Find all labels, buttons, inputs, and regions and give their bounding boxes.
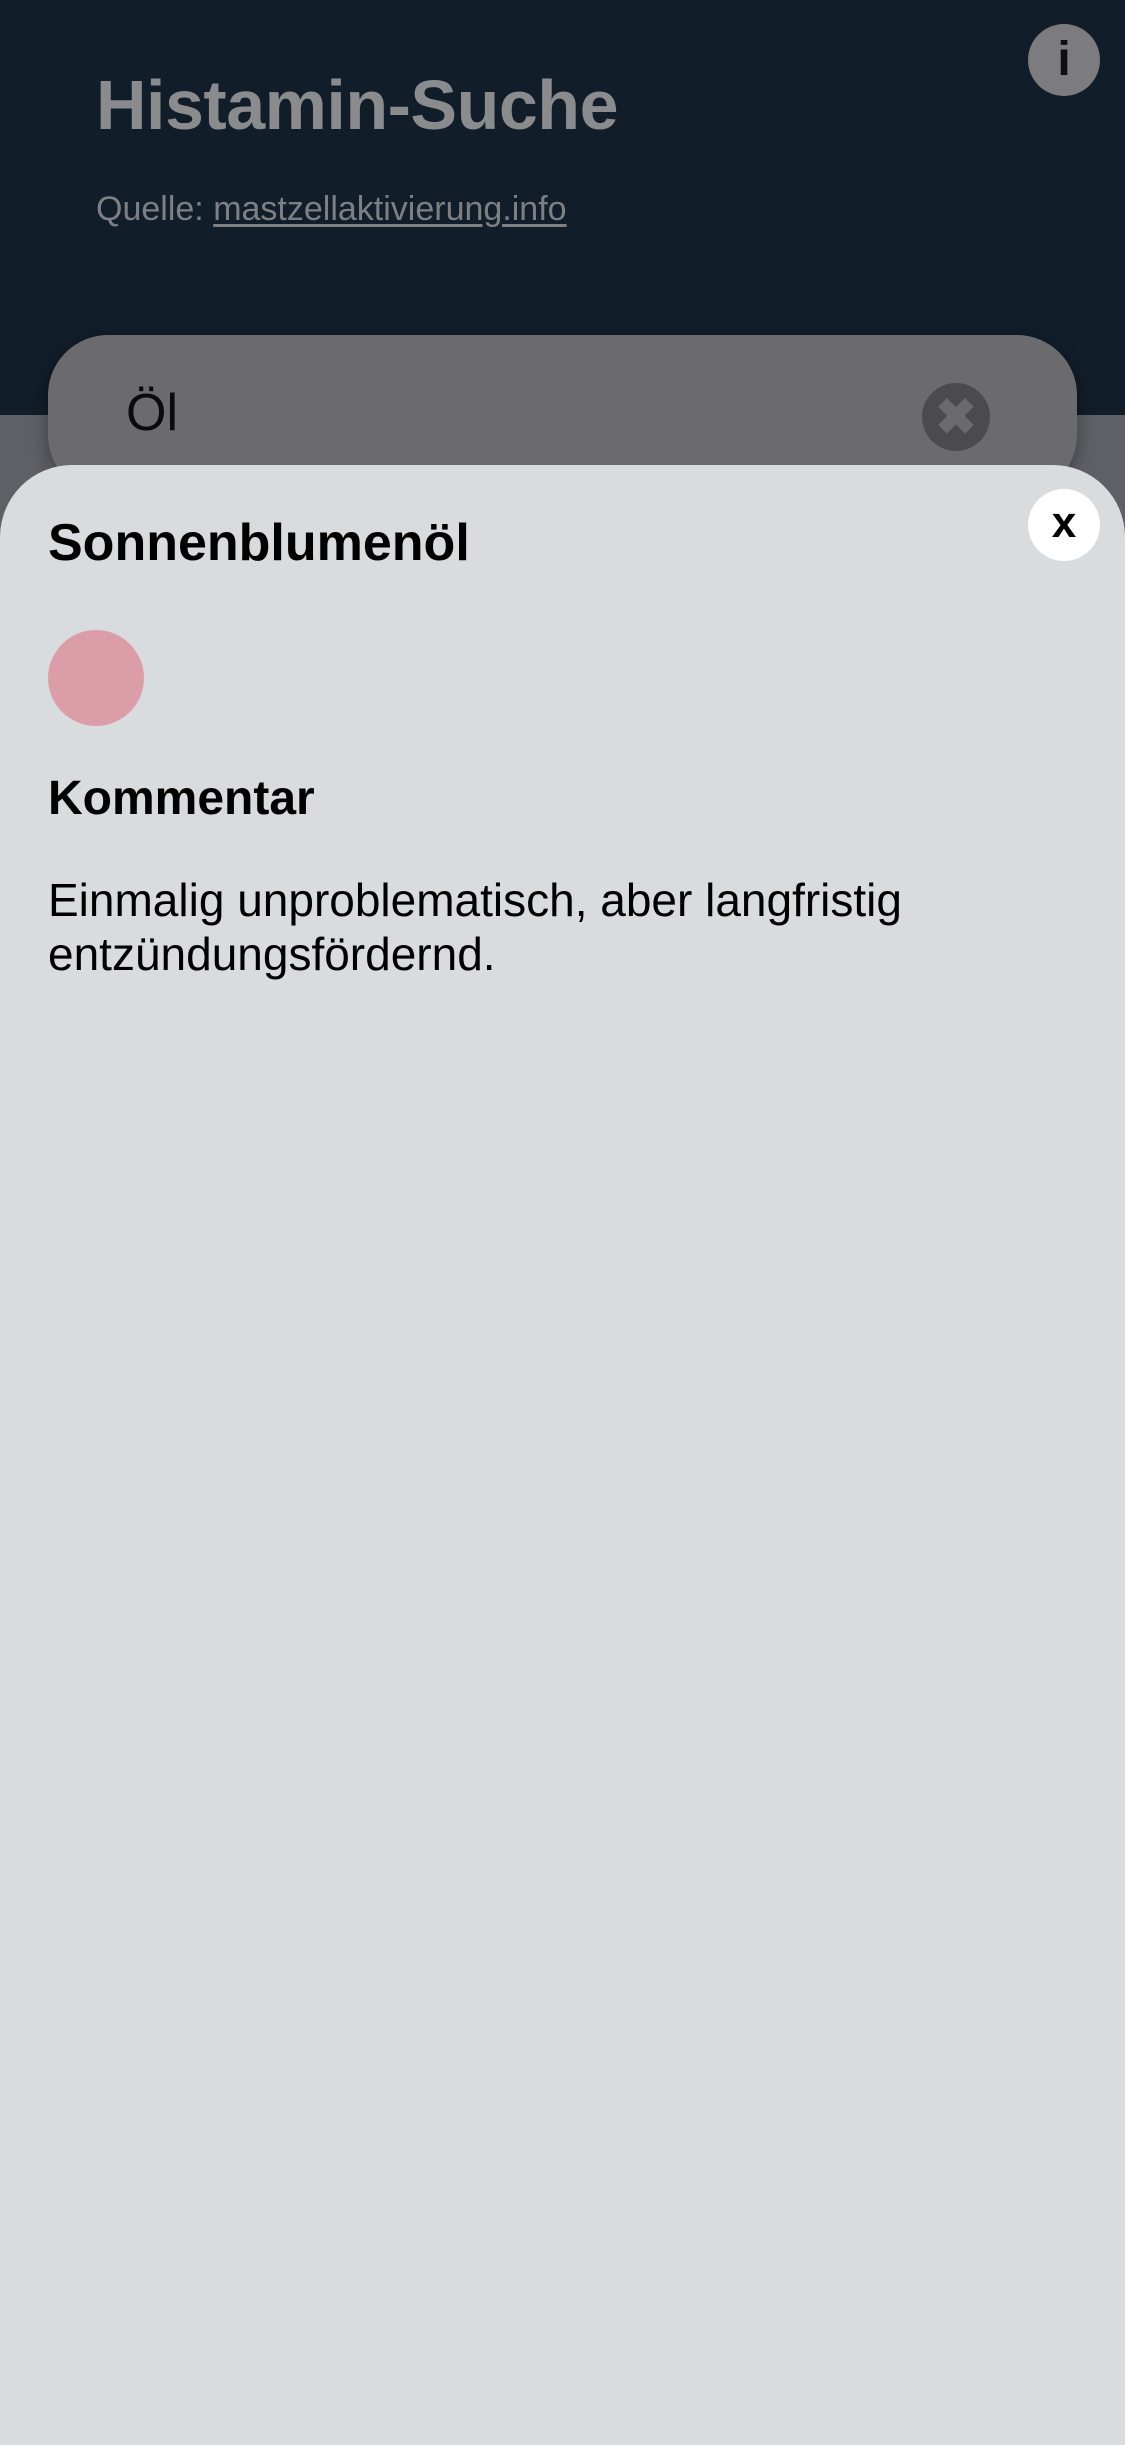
detail-sheet: x Sonnenblumenöl Kommentar Einmalig unpr… xyxy=(0,465,1125,2445)
comment-text: Einmalig unproblematisch, aber langfrist… xyxy=(48,874,902,980)
info-button[interactable]: i xyxy=(1028,24,1100,96)
search-input[interactable]: Öl xyxy=(126,387,178,439)
close-sheet-button[interactable]: x xyxy=(1028,489,1100,561)
rating-indicator xyxy=(48,630,144,726)
source-prefix: Quelle: xyxy=(96,190,214,228)
clear-search-button[interactable]: ✖ xyxy=(922,383,990,451)
source-line: Quelle: mastzellaktivierung.info xyxy=(96,192,567,226)
close-circle-icon: ✖ xyxy=(935,389,977,445)
comment-heading: Kommentar xyxy=(48,772,315,825)
app-title: Histamin-Suche xyxy=(96,66,619,144)
item-title: Sonnenblumenöl xyxy=(48,514,470,572)
source-link[interactable]: mastzellaktivierung.info xyxy=(213,190,566,228)
